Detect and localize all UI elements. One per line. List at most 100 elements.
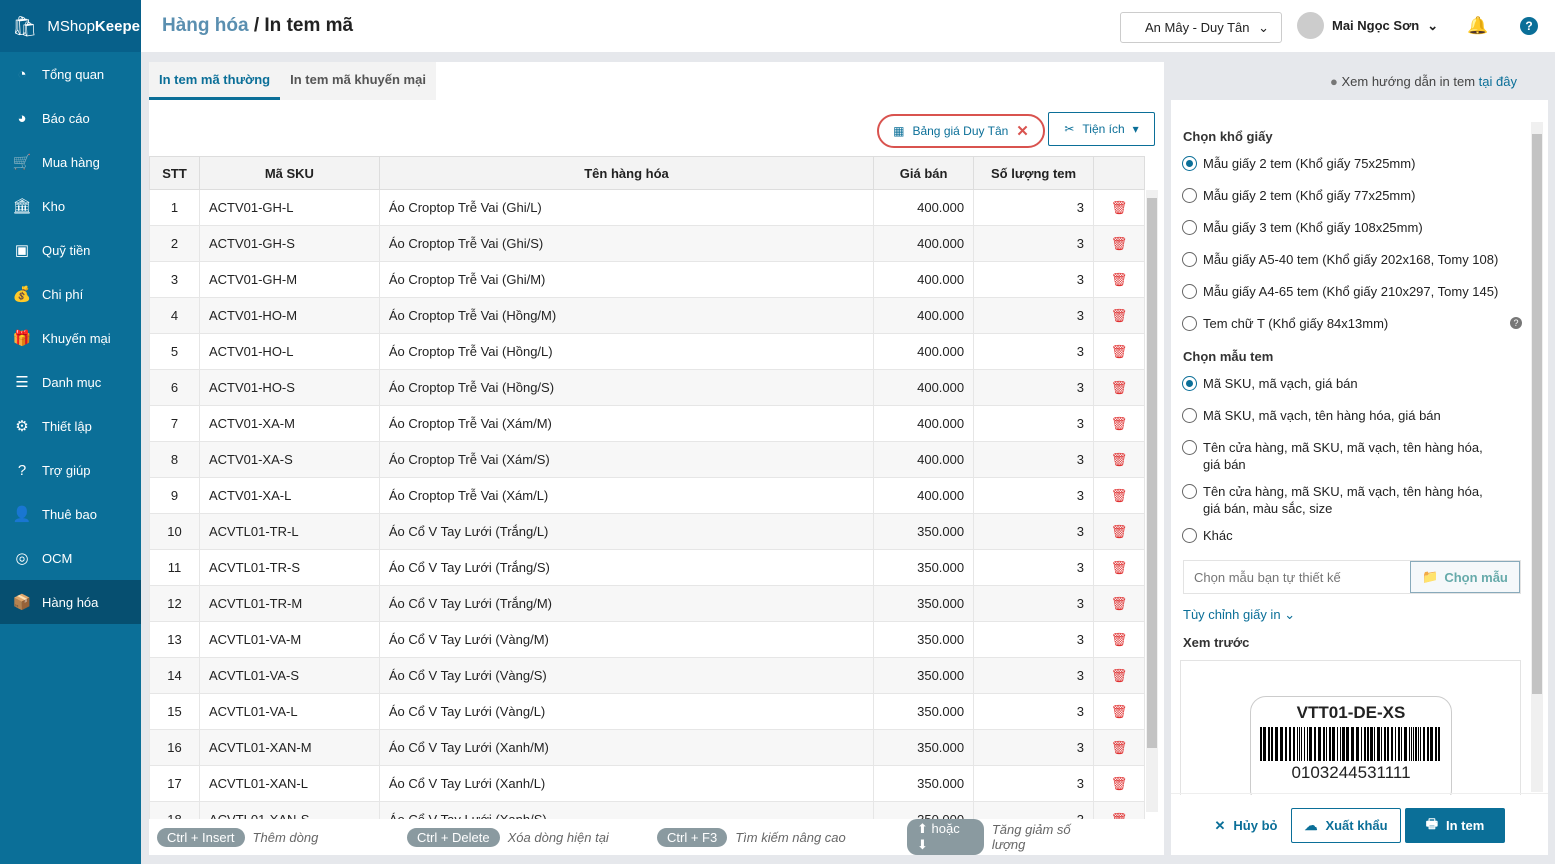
price-list-button[interactable]: ▦ Bảng giá Duy Tân ✕ xyxy=(877,114,1045,148)
table-row[interactable]: 14 ACVTL01-VA-S Áo Cổ V Tay Lưới (Vàng/S) 3… xyxy=(149,657,1146,694)
store-select[interactable]: An Mây - Duy Tân ⌄ xyxy=(1120,12,1282,43)
panel-scrollbar[interactable] xyxy=(1531,122,1543,792)
sidebar-item-0[interactable]: ◔ Tổng quan xyxy=(0,52,141,96)
trash-icon[interactable]: 🗑 xyxy=(1092,585,1146,622)
trash-icon[interactable]: 🗑 xyxy=(1092,441,1146,478)
trash-icon[interactable]: 🗑 xyxy=(1092,621,1146,658)
trash-icon[interactable]: 🗑 xyxy=(1092,477,1146,514)
sidebar-item-3[interactable]: 🏛 Kho xyxy=(0,184,141,228)
radio[interactable] xyxy=(1182,440,1197,455)
close-icon[interactable]: ✕ xyxy=(1016,122,1029,140)
paper-option[interactable]: Mẫu giấy 2 tem (Khổ giấy 77x25mm) xyxy=(1182,187,1502,204)
export-button[interactable]: ☁ Xuất khẩu xyxy=(1291,808,1401,843)
sidebar-item-6[interactable]: 🎁 Khuyến mại xyxy=(0,316,141,360)
table-row[interactable]: 3 ACTV01-GH-M Áo Croptop Trễ Vai (Ghi/M) 40… xyxy=(149,261,1146,298)
table-row[interactable]: 17 ACVTL01-XAN-L Áo Cổ V Tay Lưới (Xanh/L)… xyxy=(149,765,1146,802)
table-row[interactable]: 7 ACTV01-XA-M Áo Croptop Trễ Vai (Xám/M) 40… xyxy=(149,405,1146,442)
logo[interactable]: 🛍 MShopKeeper xyxy=(0,0,146,52)
table-row[interactable]: 13 ACVTL01-VA-M Áo Cổ V Tay Lưới (Vàng/M) 3… xyxy=(149,621,1146,658)
table-row[interactable]: 8 ACTV01-XA-S Áo Croptop Trễ Vai (Xám/S) 40… xyxy=(149,441,1146,478)
quantity-cell[interactable]: 3 xyxy=(973,585,1094,622)
quantity-cell[interactable]: 3 xyxy=(973,333,1094,370)
breadcrumb-parent[interactable]: Hàng hóa xyxy=(162,15,249,36)
quantity-cell[interactable]: 3 xyxy=(973,261,1094,298)
table-row[interactable]: 6 ACTV01-HO-S Áo Croptop Trễ Vai (Hồng/S) 4… xyxy=(149,369,1146,406)
sidebar-item-10[interactable]: 👤 Thuê bao xyxy=(0,492,141,536)
paper-option[interactable]: Tem chữ T (Khổ giấy 84x13mm) xyxy=(1182,315,1502,332)
radio[interactable] xyxy=(1182,188,1197,203)
table-row[interactable]: 9 ACTV01-XA-L Áo Croptop Trễ Vai (Xám/L) 40… xyxy=(149,477,1146,514)
trash-icon[interactable]: 🗑 xyxy=(1092,729,1146,766)
paper-option[interactable]: Mẫu giấy A4-65 tem (Khổ giấy 210x297, To… xyxy=(1182,283,1502,300)
utilities-button[interactable]: ✂ Tiện ích ▾ xyxy=(1048,112,1155,146)
table-row[interactable]: 4 ACTV01-HO-M Áo Croptop Trễ Vai (Hồng/M) 4… xyxy=(149,297,1146,334)
sidebar-item-5[interactable]: 💰 Chi phí xyxy=(0,272,141,316)
paper-option[interactable]: Mẫu giấy 2 tem (Khổ giấy 75x25mm) xyxy=(1182,155,1502,172)
table-row[interactable]: 2 ACTV01-GH-S Áo Croptop Trễ Vai (Ghi/S) 40… xyxy=(149,225,1146,262)
quantity-cell[interactable]: 3 xyxy=(973,657,1094,694)
trash-icon[interactable]: 🗑 xyxy=(1092,333,1146,370)
quantity-cell[interactable]: 3 xyxy=(973,477,1094,514)
quantity-cell[interactable]: 3 xyxy=(973,297,1094,334)
template-option[interactable]: Tên cửa hàng, mã SKU, mã vạch, tên hàng … xyxy=(1182,439,1502,473)
cancel-button[interactable]: ✕ Hủy bỏ xyxy=(1191,808,1301,843)
radio[interactable] xyxy=(1182,220,1197,235)
template-option[interactable]: Khác xyxy=(1182,527,1502,544)
radio[interactable] xyxy=(1182,484,1197,499)
radio[interactable] xyxy=(1182,316,1197,331)
quantity-cell[interactable]: 3 xyxy=(973,621,1094,658)
trash-icon[interactable]: 🗑 xyxy=(1092,405,1146,442)
bell-icon[interactable]: 🔔 xyxy=(1467,16,1488,36)
quantity-cell[interactable]: 3 xyxy=(973,693,1094,730)
help-circle-icon[interactable]: ? xyxy=(1510,317,1522,329)
template-option[interactable]: Tên cửa hàng, mã SKU, mã vạch, tên hàng … xyxy=(1182,483,1502,517)
radio[interactable] xyxy=(1182,156,1197,171)
quantity-cell[interactable]: 3 xyxy=(973,441,1094,478)
table-row[interactable]: 1 ACTV01-GH-L Áo Croptop Trễ Vai (Ghi/L) 40… xyxy=(149,189,1146,226)
trash-icon[interactable]: 🗑 xyxy=(1092,549,1146,586)
choose-template-button[interactable]: 📁 Chọn mẫu xyxy=(1410,561,1520,593)
tab-promo[interactable]: In tem mã khuyến mại xyxy=(280,62,436,100)
custom-template-input[interactable] xyxy=(1184,561,1410,593)
sidebar-item-11[interactable]: ◎ OCM xyxy=(0,536,141,580)
paper-option[interactable]: Mẫu giấy A5-40 tem (Khổ giấy 202x168, To… xyxy=(1182,251,1502,268)
trash-icon[interactable]: 🗑 xyxy=(1092,261,1146,298)
user-menu[interactable]: Mai Ngọc Sơn ⌄ xyxy=(1297,12,1438,39)
trash-icon[interactable]: 🗑 xyxy=(1092,369,1146,406)
quantity-cell[interactable]: 3 xyxy=(973,513,1094,550)
tab-normal[interactable]: In tem mã thường xyxy=(149,62,281,100)
table-row[interactable]: 11 ACVTL01-TR-S Áo Cổ V Tay Lưới (Trắng/S)… xyxy=(149,549,1146,586)
quantity-cell[interactable]: 3 xyxy=(973,549,1094,586)
template-option[interactable]: Mã SKU, mã vạch, tên hàng hóa, giá bán xyxy=(1182,407,1502,424)
table-row[interactable]: 5 ACTV01-HO-L Áo Croptop Trễ Vai (Hồng/L) 4… xyxy=(149,333,1146,370)
guide-here-link[interactable]: tại đây xyxy=(1479,74,1517,89)
sidebar-item-1[interactable]: ◕ Báo cáo xyxy=(0,96,141,140)
sidebar-item-12[interactable]: 📦 Hàng hóa xyxy=(0,580,141,624)
quantity-cell[interactable]: 3 xyxy=(973,189,1094,226)
quantity-cell[interactable]: 3 xyxy=(973,765,1094,802)
table-row[interactable]: 12 ACVTL01-TR-M Áo Cổ V Tay Lưới (Trắng/M)… xyxy=(149,585,1146,622)
trash-icon[interactable]: 🗑 xyxy=(1092,297,1146,334)
quantity-cell[interactable]: 3 xyxy=(973,369,1094,406)
paper-option[interactable]: Mẫu giấy 3 tem (Khổ giấy 108x25mm) xyxy=(1182,219,1502,236)
template-option[interactable]: Mã SKU, mã vạch, giá bán xyxy=(1182,375,1502,392)
quantity-cell[interactable]: 3 xyxy=(973,225,1094,262)
radio[interactable] xyxy=(1182,284,1197,299)
table-row[interactable]: 10 ACVTL01-TR-L Áo Cổ V Tay Lưới (Trắng/L)… xyxy=(149,513,1146,550)
trash-icon[interactable]: 🗑 xyxy=(1092,693,1146,730)
trash-icon[interactable]: 🗑 xyxy=(1092,225,1146,262)
radio[interactable] xyxy=(1182,376,1197,391)
trash-icon[interactable]: 🗑 xyxy=(1092,765,1146,802)
sidebar-item-8[interactable]: ⚙ Thiết lập xyxy=(0,404,141,448)
trash-icon[interactable]: 🗑 xyxy=(1092,189,1146,226)
print-button[interactable]: 🖶 In tem xyxy=(1405,808,1505,843)
radio[interactable] xyxy=(1182,408,1197,423)
table-row[interactable]: 16 ACVTL01-XAN-M Áo Cổ V Tay Lưới (Xanh/M)… xyxy=(149,729,1146,766)
table-row[interactable]: 15 ACVTL01-VA-L Áo Cổ V Tay Lưới (Vàng/L) 3… xyxy=(149,693,1146,730)
trash-icon[interactable]: 🗑 xyxy=(1092,657,1146,694)
sidebar-item-2[interactable]: 🛒 Mua hàng xyxy=(0,140,141,184)
quantity-cell[interactable]: 3 xyxy=(973,405,1094,442)
radio[interactable] xyxy=(1182,528,1197,543)
radio[interactable] xyxy=(1182,252,1197,267)
trash-icon[interactable]: 🗑 xyxy=(1092,513,1146,550)
